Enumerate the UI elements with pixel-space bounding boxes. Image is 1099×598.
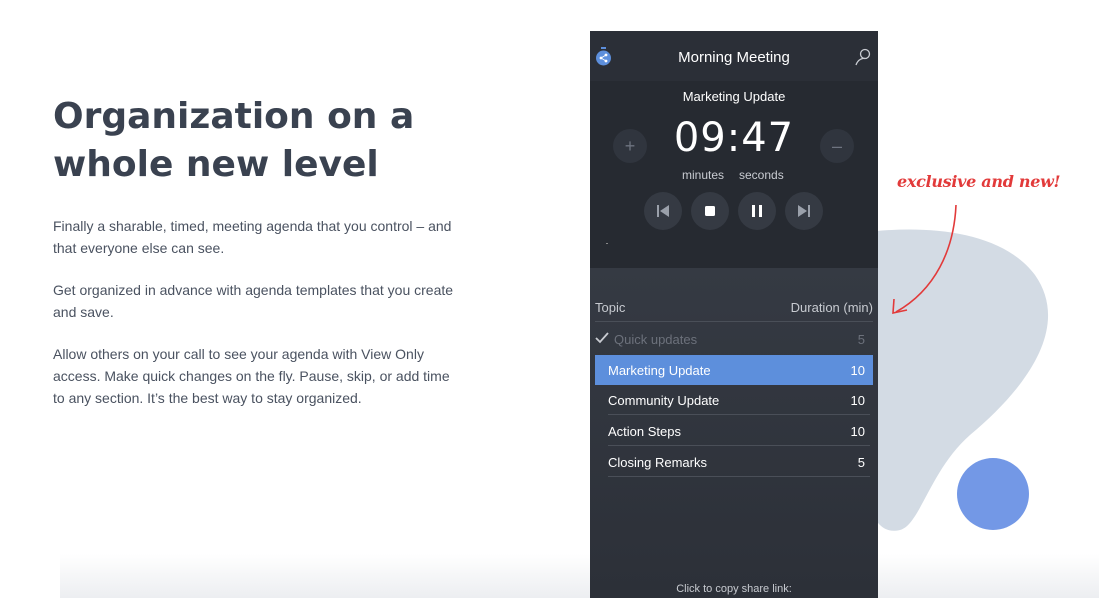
headline-line-1: Organization on a (53, 96, 415, 137)
bottom-shade (60, 554, 1099, 598)
row-divider (608, 414, 870, 415)
share-link-label[interactable]: Click to copy share link: (590, 583, 878, 595)
agenda-item-duration: 5 (857, 455, 865, 470)
divider-mark (606, 243, 608, 244)
agenda-item-name: Quick updates (614, 332, 698, 347)
decorative-circle (957, 458, 1029, 530)
headline-line-2: whole new level (53, 144, 379, 185)
agenda-item-quick-updates[interactable]: Quick updates 5 (595, 324, 873, 354)
annotation-label: exclusive and new! (897, 172, 1061, 191)
agenda-list: Topic Duration (min) Quick updates 5 Mar… (590, 268, 878, 598)
pause-icon (752, 205, 762, 217)
agenda-item-action-steps[interactable]: Action Steps 10 (595, 416, 873, 446)
current-topic: Marketing Update (682, 89, 786, 104)
agenda-item-duration: 10 (850, 393, 865, 408)
arrow-icon (892, 204, 957, 315)
agenda-header: Topic Duration (min) (595, 300, 873, 322)
app-phone-mockup: Morning Meeting Marketing Update + 09:47… (590, 31, 878, 598)
previous-icon (657, 205, 669, 217)
agenda-item-community-update[interactable]: Community Update 10 (595, 385, 873, 415)
user-icon[interactable] (855, 48, 873, 66)
app-bar: Morning Meeting (590, 31, 878, 81)
next-button[interactable] (785, 192, 823, 230)
page-headline: Organization on a whole new level (53, 93, 513, 189)
remove-time-button[interactable]: – (820, 129, 854, 163)
check-icon (595, 332, 609, 344)
agenda-item-name: Closing Remarks (608, 455, 707, 470)
paragraph-templates: Get organized in advance with agenda tem… (53, 282, 454, 320)
agenda-item-name: Community Update (608, 393, 720, 408)
paragraph-view-only: Allow others on your call to see your ag… (53, 346, 450, 406)
next-icon (798, 205, 810, 217)
stop-icon (705, 206, 715, 216)
agenda-item-name: Action Steps (608, 424, 681, 439)
agenda-item-duration: 10 (850, 363, 865, 378)
pause-button[interactable] (738, 192, 776, 230)
agenda-item-name: Marketing Update (608, 363, 711, 378)
duration-column-header: Duration (min) (790, 300, 873, 315)
agenda-item-marketing-update[interactable]: Marketing Update 10 (595, 355, 873, 385)
seconds-label: seconds (739, 168, 784, 182)
stop-button[interactable] (691, 192, 729, 230)
timer-panel: Marketing Update + 09:47 – minutes secon… (590, 81, 878, 268)
topic-column-header: Topic (595, 300, 626, 315)
paragraph-sharable: Finally a sharable, timed, meeting agend… (53, 218, 452, 256)
agenda-item-duration: 10 (850, 424, 865, 439)
row-divider (608, 476, 870, 477)
row-divider (608, 445, 870, 446)
minutes-label: minutes (682, 168, 725, 182)
agenda-item-duration: 5 (857, 332, 865, 347)
previous-button[interactable] (644, 192, 682, 230)
agenda-item-closing-remarks[interactable]: Closing Remarks 5 (595, 447, 873, 477)
meeting-title: Morning Meeting (678, 49, 790, 66)
